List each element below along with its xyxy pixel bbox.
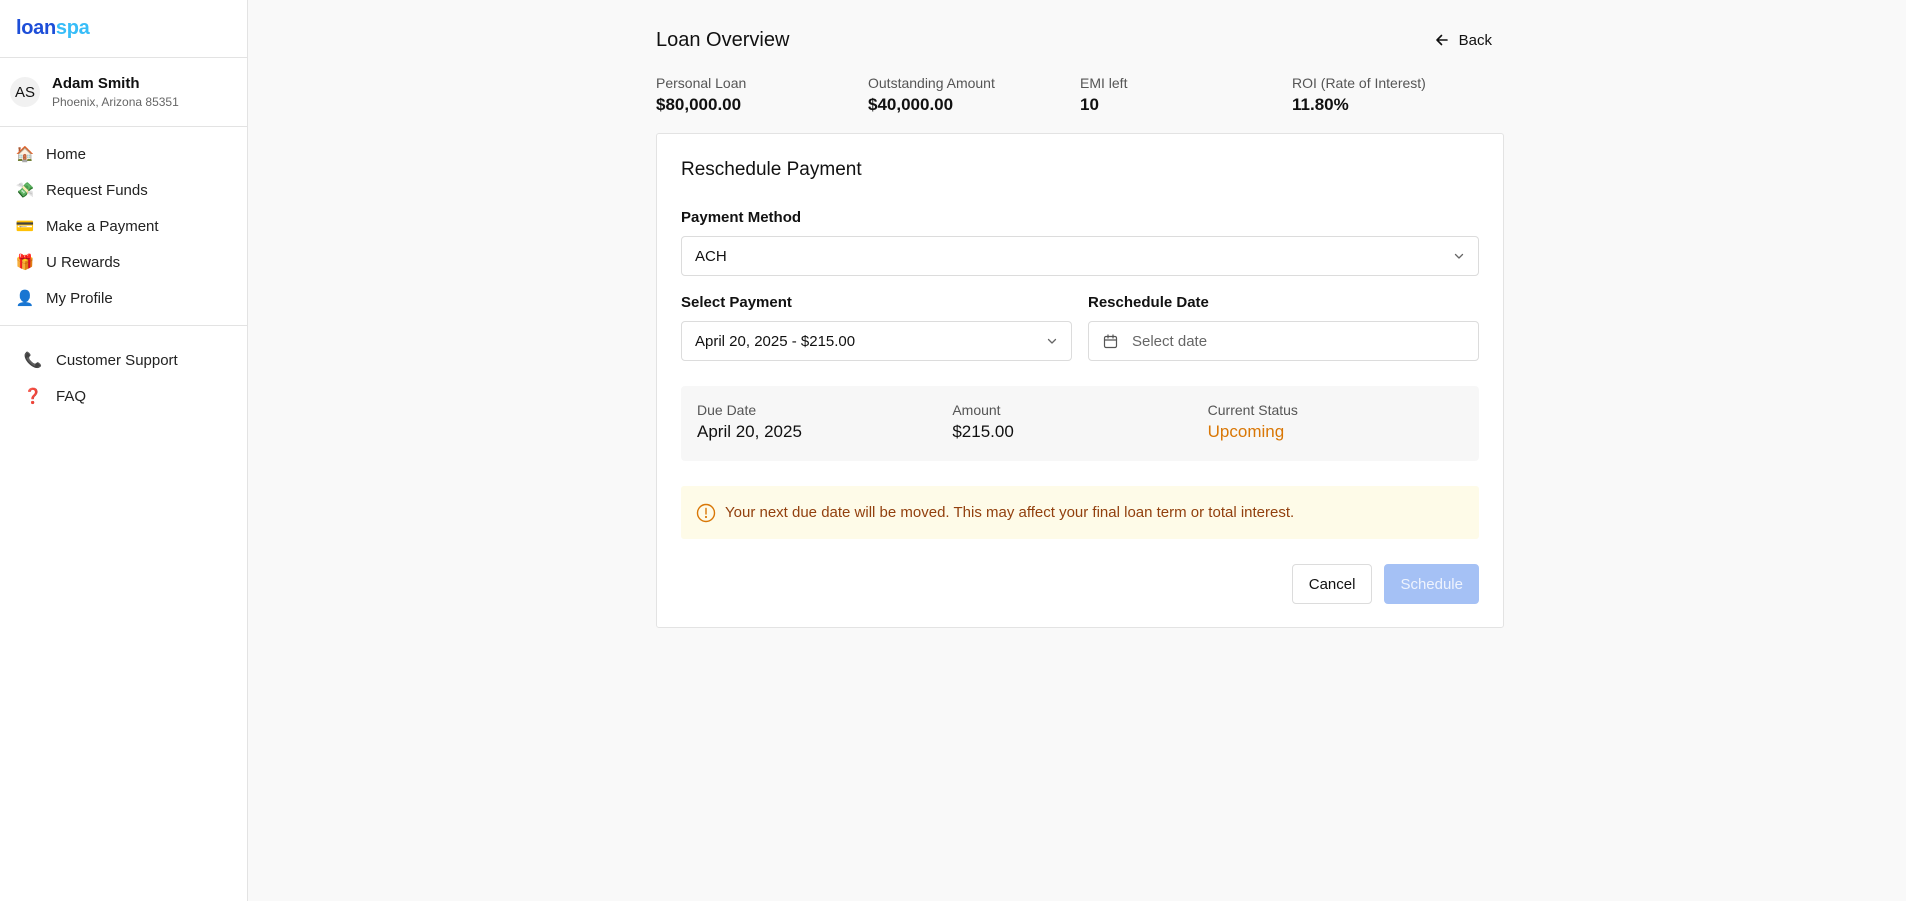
select-payment-dropdown[interactable]: April 20, 2025 - $215.00 <box>681 321 1072 361</box>
reschedule-date-input[interactable]: Select date <box>1088 321 1479 361</box>
stat-outstanding-amount: Outstanding Amount $40,000.00 <box>868 75 1080 115</box>
reschedule-date-placeholder: Select date <box>1132 332 1208 350</box>
gift-icon: 🎁 <box>15 254 35 271</box>
select-payment-label: Select Payment <box>681 294 792 311</box>
user-location: Phoenix, Arizona 85351 <box>52 95 179 109</box>
sidebar-item-faq[interactable]: ❓ FAQ <box>0 378 247 414</box>
calendar-icon <box>1103 333 1118 348</box>
sidebar-item-label: Customer Support <box>56 351 178 369</box>
brand-logo-part1: loan <box>16 17 56 39</box>
stat-value: 10 <box>1080 95 1099 114</box>
stat-label: Personal Loan <box>656 75 747 91</box>
status-badge: Upcoming <box>1207 422 1285 441</box>
payment-summary: Due Date April 20, 2025 Amount $215.00 C… <box>681 386 1479 461</box>
cancel-button[interactable]: Cancel <box>1291 564 1373 604</box>
summary-value: April 20, 2025 <box>697 422 802 441</box>
reschedule-date-group: Reschedule Date Select date <box>1088 294 1479 361</box>
select-payment-group: Select Payment April 20, 2025 - $215.00 <box>681 294 1072 361</box>
card-title: Reschedule Payment <box>681 159 862 180</box>
user-card: AS Adam Smith Phoenix, Arizona 85351 <box>0 58 247 127</box>
chevron-down-icon <box>1454 253 1464 259</box>
sidebar-item-customer-support[interactable]: 📞 Customer Support <box>0 342 247 378</box>
payment-method-select[interactable]: ACH <box>681 236 1479 276</box>
content-column: Loan Overview Back Personal Loan $80,000… <box>656 0 1504 628</box>
sidebar-item-label: My Profile <box>46 289 113 307</box>
page-title: Loan Overview <box>656 28 790 51</box>
form-actions: Cancel Schedule <box>681 564 1479 604</box>
sidebar-item-label: U Rewards <box>46 253 121 271</box>
primary-nav: 🏠 Home 💸 Request Funds 💳 Make a Payment … <box>0 127 247 326</box>
chevron-down-icon <box>1047 338 1057 344</box>
question-icon: ❓ <box>23 388 43 405</box>
schedule-button[interactable]: Schedule <box>1384 564 1479 604</box>
sidebar-item-label: Make a Payment <box>46 217 159 235</box>
stat-personal-loan: Personal Loan $80,000.00 <box>656 75 868 115</box>
user-icon: 👤 <box>15 290 35 307</box>
payment-method-value: ACH <box>695 247 727 265</box>
summary-label: Current Status <box>1207 402 1298 418</box>
stat-value: $80,000.00 <box>656 95 742 114</box>
loan-stats: Personal Loan $80,000.00 Outstanding Amo… <box>656 75 1504 115</box>
stat-roi: ROI (Rate of Interest) 11.80% <box>1292 75 1504 115</box>
stat-value: 11.80% <box>1292 95 1349 114</box>
user-name: Adam Smith <box>52 75 140 92</box>
sidebar-item-u-rewards[interactable]: 🎁 U Rewards <box>0 244 247 280</box>
stat-label: Outstanding Amount <box>868 75 995 91</box>
sidebar-item-label: Home <box>46 145 87 163</box>
select-payment-value: April 20, 2025 - $215.00 <box>695 332 856 350</box>
sidebar-item-my-profile[interactable]: 👤 My Profile <box>0 280 247 316</box>
warning-alert: Your next due date will be moved. This m… <box>681 486 1479 539</box>
payment-method-label: Payment Method <box>681 209 802 226</box>
payment-date-row: Select Payment April 20, 2025 - $215.00 … <box>681 294 1479 361</box>
back-button[interactable]: Back <box>1423 26 1504 55</box>
avatar: AS <box>10 77 40 107</box>
page-header: Loan Overview Back <box>656 0 1504 82</box>
house-icon: 🏠 <box>15 146 35 163</box>
stat-label: ROI (Rate of Interest) <box>1292 75 1426 91</box>
reschedule-date-label: Reschedule Date <box>1088 294 1209 311</box>
main-content: Loan Overview Back Personal Loan $80,000… <box>248 0 1906 901</box>
phone-icon: 📞 <box>23 352 43 369</box>
summary-status: Current Status Upcoming <box>1208 402 1463 461</box>
sidebar-item-home[interactable]: 🏠 Home <box>0 136 247 172</box>
stat-value: $40,000.00 <box>868 95 954 114</box>
sidebar-item-label: Request Funds <box>46 181 148 199</box>
summary-amount: Amount $215.00 <box>952 402 1207 461</box>
stat-label: EMI left <box>1080 75 1128 91</box>
sidebar-item-request-funds[interactable]: 💸 Request Funds <box>0 172 247 208</box>
alert-text: Your next due date will be moved. This m… <box>725 504 1295 521</box>
sidebar: loan spa AS Adam Smith Phoenix, Arizona 8… <box>0 0 248 901</box>
stat-emi-left: EMI left 10 <box>1080 75 1292 115</box>
summary-label: Due Date <box>697 402 757 418</box>
secondary-nav: 📞 Customer Support ❓ FAQ <box>0 326 247 414</box>
brand-logo[interactable]: loan spa <box>0 0 247 58</box>
alert-circle-icon <box>696 503 716 522</box>
sidebar-item-label: FAQ <box>56 387 87 405</box>
back-button-label: Back <box>1458 31 1492 49</box>
summary-value: $215.00 <box>952 422 1014 441</box>
reschedule-payment-card: Reschedule Payment Payment Method ACH Se… <box>656 133 1504 628</box>
arrow-left-icon <box>1435 34 1448 46</box>
summary-label: Amount <box>952 402 1001 418</box>
money-icon: 💸 <box>15 182 35 199</box>
sidebar-item-make-payment[interactable]: 💳 Make a Payment <box>0 208 247 244</box>
summary-due-date: Due Date April 20, 2025 <box>697 402 952 461</box>
credit-card-icon: 💳 <box>15 218 35 235</box>
brand-logo-part2: spa <box>55 17 90 39</box>
